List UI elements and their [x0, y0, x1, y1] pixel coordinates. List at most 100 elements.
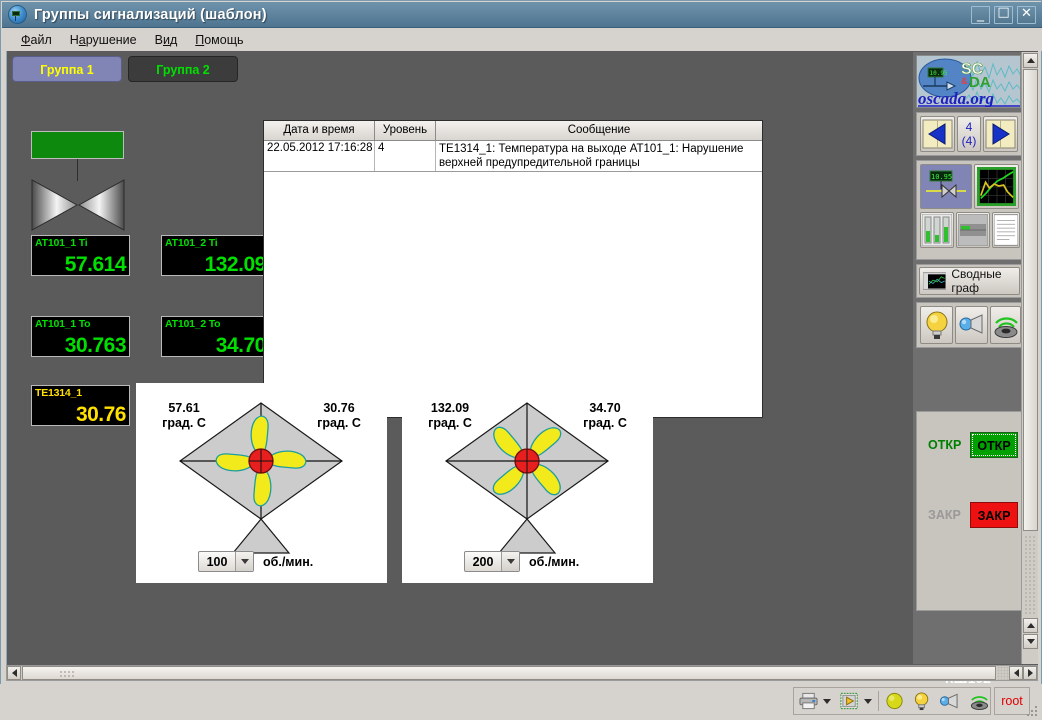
horn-alarm-button[interactable] [955, 306, 988, 344]
meter-at101-1-ti-value: 57.614 [64, 253, 127, 276]
scroll-down-arrow-upper[interactable] [1023, 618, 1038, 633]
summary-graphs-button[interactable]: Сводные граф [919, 267, 1020, 295]
maximize-button[interactable]: □ [994, 5, 1013, 24]
yellow-circle-indicator[interactable] [885, 691, 904, 711]
tab-group-2-label: Группа 2 [156, 63, 210, 77]
fan-1-temp-right-unit: град. С [317, 416, 361, 430]
mimic-valve-view-button[interactable]: 10.95 [920, 164, 972, 209]
close-button[interactable]: ✕ [1017, 6, 1036, 24]
scroll-down-button[interactable] [1023, 634, 1038, 649]
menu-item-file[interactable]: Файл [12, 31, 61, 49]
meter-at101-1-ti-label: AT101_1 Ti [35, 237, 88, 249]
tab-group-2[interactable]: Группа 2 [128, 56, 238, 82]
menu-item-view[interactable]: Вид [146, 31, 187, 49]
oscada-logo: 10.95 SC DA & oscada.org [916, 55, 1021, 108]
fan-panel-1: 57.61 град. С 30.76 град. С 100 об./мин. [136, 383, 387, 583]
close-command-label: ЗАКР [977, 509, 1011, 523]
horn-icon [959, 314, 982, 334]
cell-datetime: 22.05.2012 17:16:28 [264, 141, 375, 171]
menu-item-violation[interactable]: Нарушение [61, 31, 146, 49]
printer-icon[interactable] [799, 692, 818, 710]
scroll-thumb[interactable] [1023, 69, 1038, 531]
fan-1-speed-select[interactable]: 100 [198, 551, 254, 572]
alarm-table-header: Дата и время Уровень Сообщение [264, 121, 762, 141]
hscroll-right-button-2[interactable] [1023, 666, 1037, 680]
summary-graphs-label: Сводные граф [951, 267, 1002, 295]
lamp-alarm-button[interactable] [920, 306, 953, 344]
menu-view-rest: д [169, 32, 178, 47]
fan-2-temp-right: 34.70 град. С [570, 401, 640, 431]
horn-icon[interactable] [939, 692, 960, 710]
hscroll-track-texture [997, 666, 1009, 680]
mimic-bars-view-button[interactable] [920, 212, 954, 248]
minimize-button[interactable]: _ [971, 6, 990, 24]
tab-group-1[interactable]: Группа 1 [12, 56, 122, 82]
svg-text:oscada.org: oscada.org [918, 89, 995, 108]
total-page-number: (4) [961, 134, 977, 148]
application-window: Группы сигнализаций (шаблон) _ □ ✕ Файл … [0, 0, 1042, 720]
next-page-button[interactable] [983, 116, 1018, 152]
close-command-button[interactable]: ЗАКР [970, 502, 1018, 528]
open-command-button[interactable]: ОТКР [970, 432, 1018, 458]
tab-bar: Группа 1 Группа 2 [12, 56, 238, 82]
oscada-logo-graphic: 10.95 SC DA & oscada.org [917, 56, 1020, 108]
mimic-trend-view-button[interactable] [974, 164, 1019, 209]
sound-icon[interactable] [969, 691, 990, 711]
svg-text:10.95: 10.95 [930, 70, 948, 77]
scroll-track-texture [1024, 535, 1037, 615]
summary-graph-icon [923, 272, 947, 290]
valve-widget[interactable] [31, 131, 125, 231]
column-header-level: Уровень [375, 121, 436, 140]
document-thumbnail-icon [994, 214, 1018, 246]
meter-at101-1-to-value: 30.763 [64, 334, 127, 357]
meter-at101-1-to-label: AT101_1 To [35, 318, 91, 330]
meter-at101-1-ti[interactable]: AT101_1 Ti 57.614 [31, 235, 130, 276]
meter-te1314-1[interactable]: TE1314_1 30.76 [31, 385, 130, 426]
hscroll-thumb[interactable] [22, 666, 996, 680]
fan-2-temp-left-value: 132.09 [430, 401, 470, 415]
hscroll-grip [59, 670, 75, 678]
fan-2-speed-select[interactable]: 200 [464, 551, 520, 572]
sidebar-scrollbar[interactable] [1021, 52, 1038, 664]
horizontal-scrollbar[interactable] [6, 665, 1038, 681]
alarm-buttons-group [916, 302, 1023, 348]
prev-page-button[interactable] [920, 116, 955, 152]
app-icon [9, 6, 26, 23]
lamp-icon [926, 311, 947, 339]
panel-thumbnail-icon [958, 214, 988, 246]
scroll-up-button[interactable] [1023, 53, 1038, 68]
hscroll-right-button-1[interactable] [1009, 666, 1023, 680]
summary-graphs-group: Сводные граф [916, 264, 1023, 298]
menu-item-help[interactable]: Помощь [186, 31, 252, 49]
chevron-down-icon[interactable] [501, 552, 519, 571]
fan-1-speed-value: 100 [206, 554, 228, 569]
export-icon[interactable] [840, 692, 859, 710]
mimic-document-view-button[interactable] [992, 212, 1020, 248]
tab-group-1-label: Группа 1 [40, 63, 94, 77]
close-icon: ✕ [1021, 6, 1032, 21]
meter-at101-1-to[interactable]: AT101_1 To 30.763 [31, 316, 130, 357]
fan-2-speed-unit: об./мин. [529, 554, 580, 569]
window-title: Группы сигнализаций (шаблон) [34, 6, 267, 23]
open-command-label: ОТКР [977, 439, 1011, 453]
sound-alarm-button[interactable] [990, 306, 1021, 344]
mimic-panel-view-button[interactable] [956, 212, 990, 248]
current-page-number: 4 [965, 120, 973, 134]
meter-te1314-1-label: TE1314_1 [35, 387, 82, 399]
meter-at101-2-ti-label: AT101_2 Ti [165, 237, 218, 249]
right-sidebar: 10.95 SC DA & oscada.org 4 (4) 10.95 Сво… [913, 52, 1038, 686]
resize-grip[interactable] [1025, 704, 1039, 718]
alarm-table[interactable]: Дата и время Уровень Сообщение 22.05.201… [263, 120, 763, 418]
statusbar-tools [793, 687, 991, 715]
open-status-label: ОТКР [928, 438, 962, 452]
maximize-icon: □ [997, 5, 1010, 20]
page-nav-group: 4 (4) [916, 112, 1023, 156]
hscroll-left-button[interactable] [7, 666, 21, 680]
fan-2-temp-left: 132.09 град. С [415, 401, 485, 431]
fan-1-speed-unit: об./мин. [263, 554, 314, 569]
lamp-icon[interactable] [913, 690, 930, 712]
fan-1-temp-left: 57.61 град. С [149, 401, 219, 431]
chevron-down-icon[interactable] [235, 552, 253, 571]
table-row[interactable]: 22.05.2012 17:16:28 4 TE1314_1: Температ… [264, 141, 762, 172]
prev-arrow-icon [922, 119, 953, 149]
